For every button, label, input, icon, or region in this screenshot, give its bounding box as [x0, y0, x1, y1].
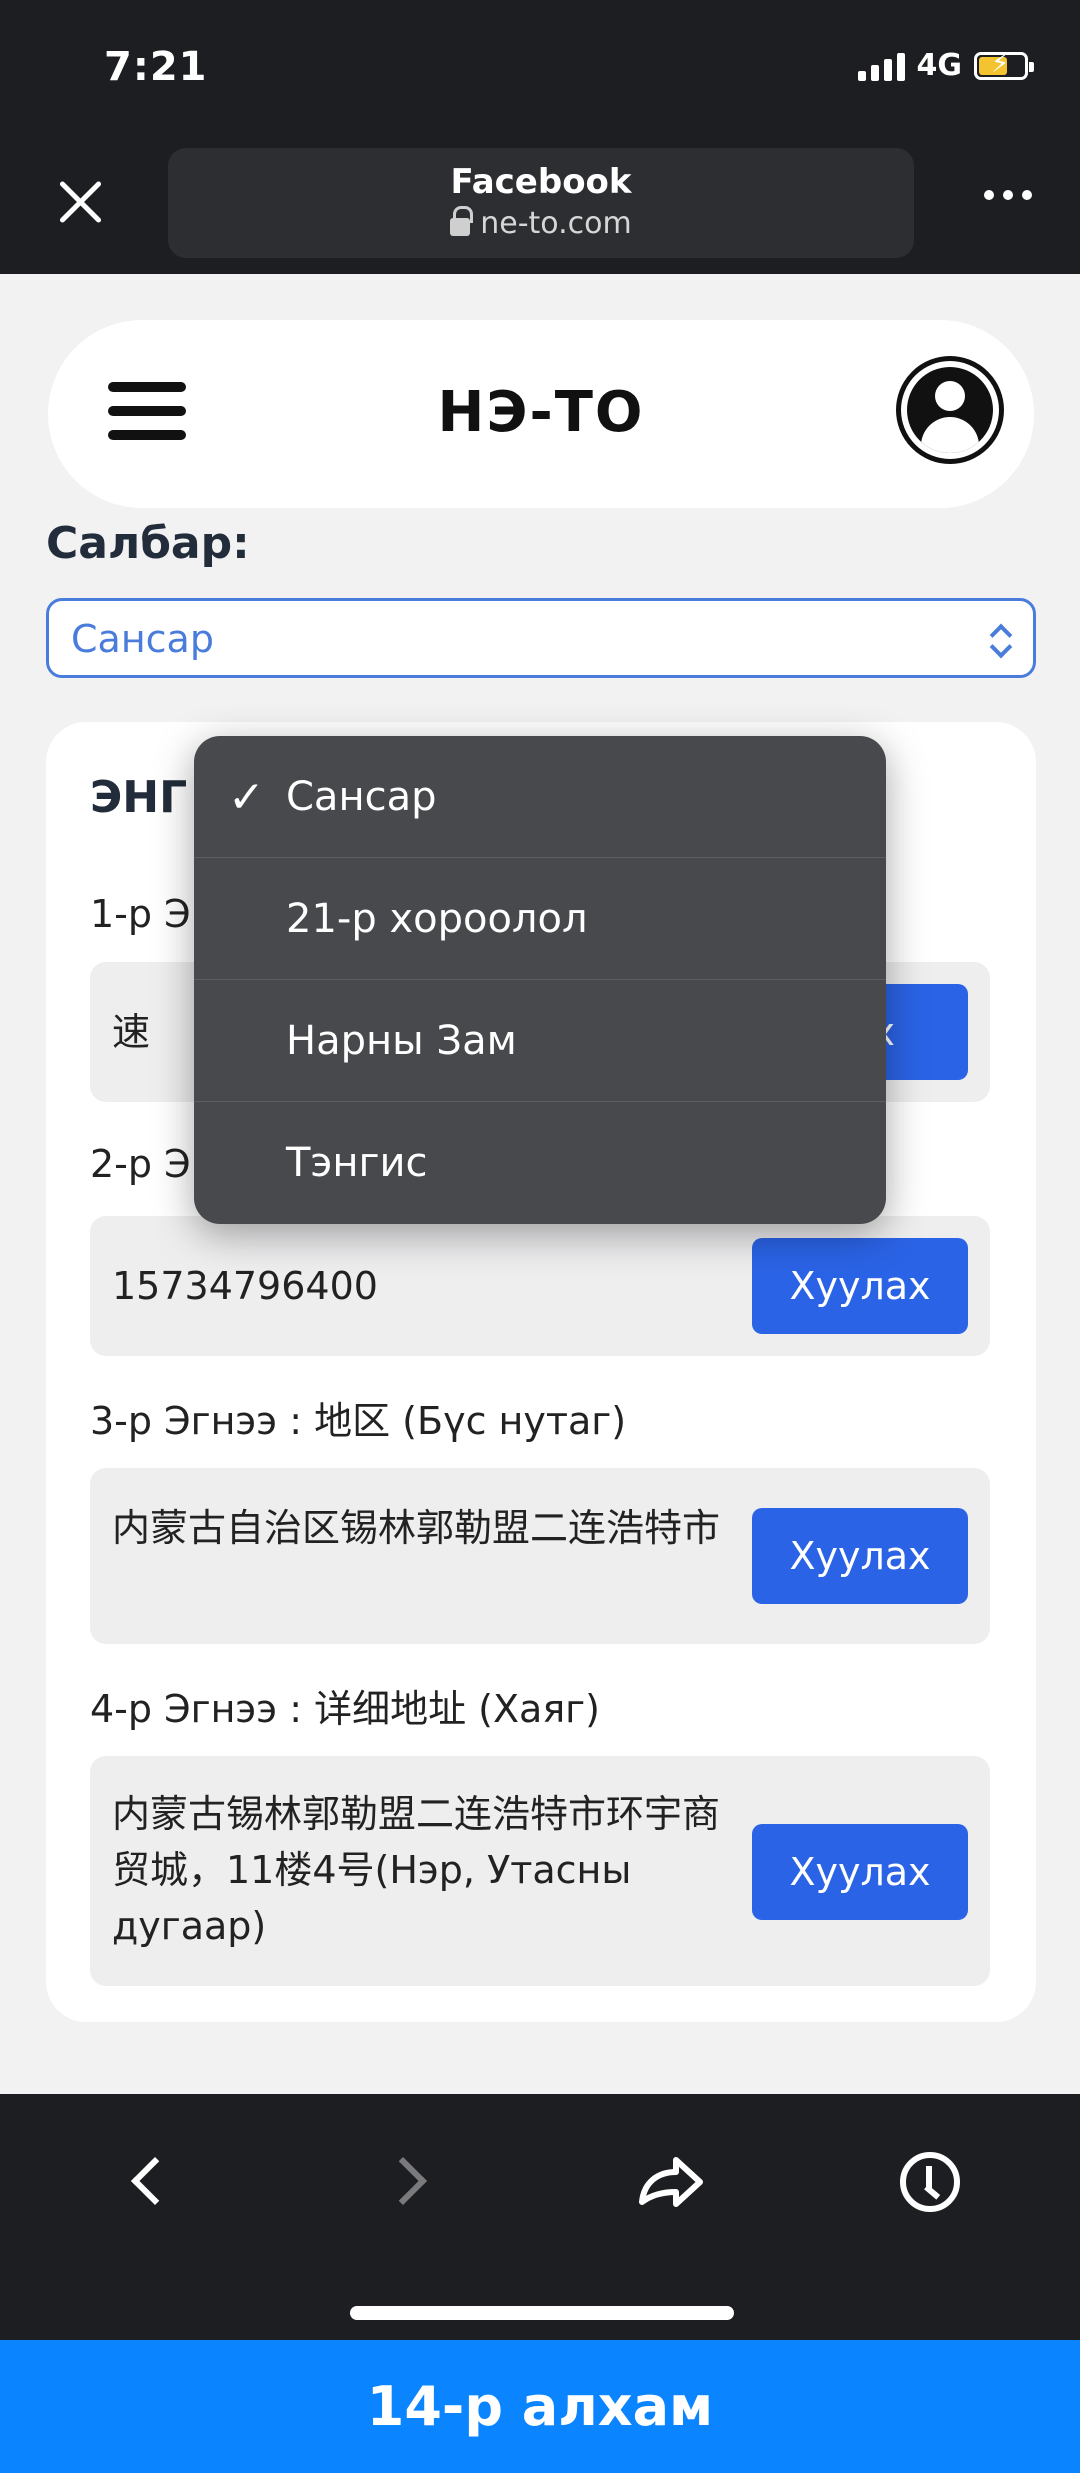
step-4-label: 4-р Эгнээ : 详细地址 (Хаяг)	[90, 1687, 600, 1731]
status-time: 7:21	[104, 44, 208, 90]
browser-toolbar: Facebook ne-to.com	[0, 140, 1080, 274]
step-1-label: 1-р Э	[90, 892, 191, 936]
lock-icon	[450, 205, 474, 236]
history-button[interactable]	[890, 2142, 970, 2222]
card-title: ЭНГ	[90, 772, 188, 823]
step-2-label: 2-р Э	[90, 1142, 191, 1186]
browser-bottom-nav	[0, 2094, 1080, 2340]
url-host-text: ne-to.com	[480, 206, 632, 241]
address-bar[interactable]: Facebook ne-to.com	[168, 148, 914, 258]
site-header: НЭ-ТО	[48, 320, 1034, 508]
network-type: 4G	[916, 48, 963, 83]
step-4-field: 内蒙古锡林郭勒盟二连浩特市环宇商贸城，11楼4号(Нэр, Утасны дуг…	[90, 1756, 990, 1986]
dropdown-option-tengis[interactable]: Тэнгис	[194, 1102, 886, 1224]
dropdown-option-label: Тэнгис	[286, 1140, 428, 1186]
home-indicator[interactable]	[350, 2306, 734, 2320]
site-brand: НЭ-ТО	[437, 380, 645, 445]
back-button[interactable]	[110, 2142, 190, 2222]
chevron-right-icon	[378, 2156, 428, 2206]
step-banner: 14-р алхам	[0, 2340, 1080, 2473]
status-indicators: 4G ⚡	[857, 48, 1034, 83]
branch-label: Салбар:	[46, 518, 250, 569]
dropdown-option-label: Сансар	[286, 774, 437, 820]
chevron-left-icon	[130, 2156, 180, 2206]
step-2-value: 15734796400	[112, 1264, 378, 1308]
profile-icon[interactable]	[896, 356, 1004, 464]
url-host: ne-to.com	[168, 205, 914, 241]
dropdown-option-sansar[interactable]: ✓ Сансар	[194, 736, 886, 858]
history-icon	[900, 2152, 960, 2212]
step-4-value: 内蒙古锡林郭勒盟二连浩特市环宇商贸城，11楼4号(Нэр, Утасны дуг…	[112, 1792, 721, 1948]
page-source-title: Facebook	[450, 162, 632, 202]
close-icon[interactable]	[48, 170, 112, 234]
step-4-copy-button[interactable]: Хуулах	[752, 1824, 968, 1920]
signal-icon	[857, 51, 905, 81]
dropdown-option-label: Нарны Зам	[286, 1018, 517, 1064]
dropdown-option-label: 21-р хороолол	[286, 896, 588, 942]
step-3-field: 内蒙古自治区锡林郭勒盟二连浩特市 Хуулах	[90, 1468, 990, 1644]
share-button[interactable]	[630, 2142, 710, 2222]
checkmark-icon: ✓	[228, 772, 265, 823]
dropdown-option-narny-zam[interactable]: Нарны Зам	[194, 980, 886, 1102]
branch-select-value: Сансар	[71, 617, 214, 661]
forward-button[interactable]	[372, 2142, 452, 2222]
step-2-field: 15734796400 Хуулах	[90, 1216, 990, 1356]
step-3-value: 内蒙古自治区锡林郭勒盟二连浩特市	[112, 1506, 721, 1550]
branch-dropdown-menu: ✓ Сансар 21-р хороолол Нарны Зам Тэнгис	[194, 736, 886, 1224]
status-bar: 7:21 4G ⚡	[0, 0, 1080, 140]
battery-icon: ⚡	[974, 49, 1034, 80]
select-arrows-icon	[987, 621, 1013, 661]
share-icon	[639, 2157, 703, 2207]
more-options-icon[interactable]	[984, 190, 1032, 200]
branch-select[interactable]: Сансар	[46, 598, 1036, 678]
step-3-copy-button[interactable]: Хуулах	[752, 1508, 968, 1604]
step-3-label: 3-р Эгнээ : 地区 (Бүс нутаг)	[90, 1399, 627, 1443]
step-2-copy-button[interactable]: Хуулах	[752, 1238, 968, 1334]
dropdown-option-21[interactable]: 21-р хороолол	[194, 858, 886, 980]
